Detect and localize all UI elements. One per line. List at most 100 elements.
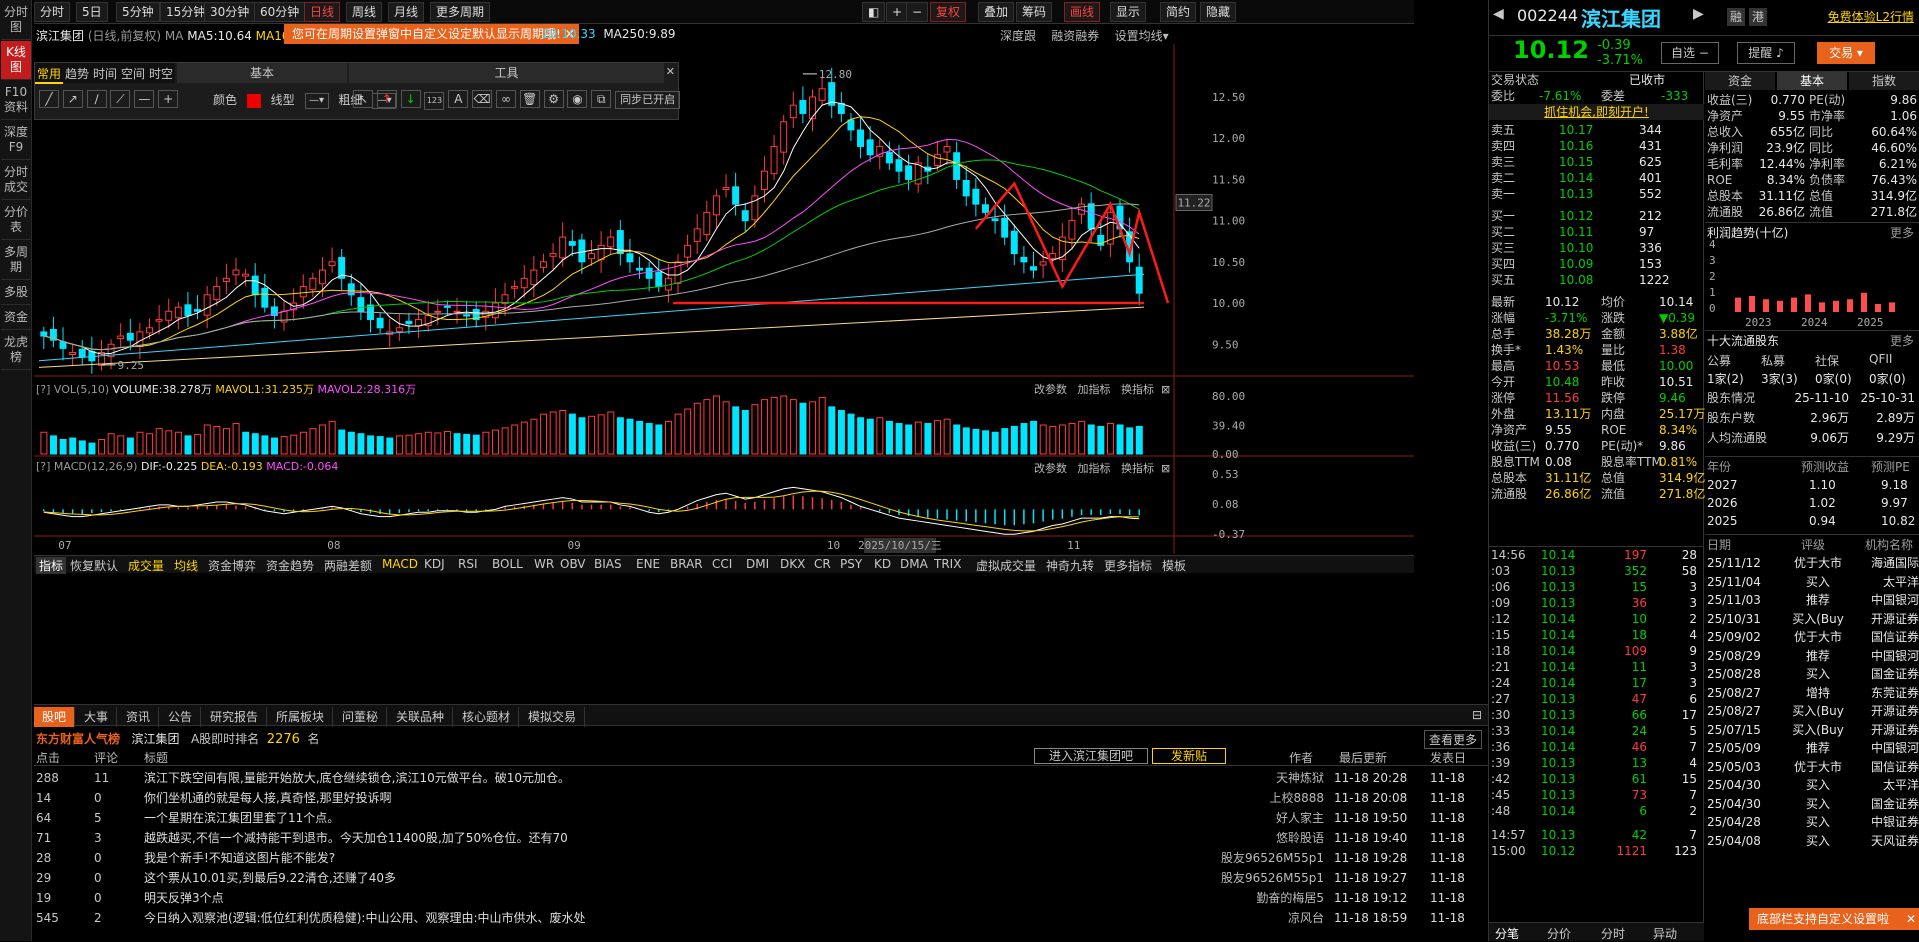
community-tab-8[interactable]: 核心题材 <box>454 707 520 727</box>
post-title[interactable]: 越跌越买,不信一个减持能干到退市。今天加仓11400股,加了50%仓位。还有70 <box>144 828 568 848</box>
leftnav-item-9[interactable]: 龙虎榜 <box>1 331 31 370</box>
period-tab-9[interactable]: 更多周期 <box>430 2 491 22</box>
community-tab-3[interactable]: 公告 <box>160 707 202 727</box>
indicator-tab-2[interactable]: 成交量 <box>128 557 164 574</box>
leftnav-item-5[interactable]: 分价表 <box>1 201 31 240</box>
community-tab-0[interactable]: 股吧 <box>34 707 76 727</box>
close-icon[interactable]: ✕ <box>1906 908 1916 930</box>
indicator-tab-14[interactable]: ENE <box>636 557 660 571</box>
community-tab-1[interactable]: 大事 <box>76 707 118 727</box>
leftnav-item-8[interactable]: 资金 <box>1 306 31 330</box>
list-item[interactable]: 14 0 你们坐机通的就是每人接,真奇怪,那里好投诉啊 上校8888 11-18 20:… <box>34 788 1488 808</box>
post-title[interactable]: 我是个新手!不知道这图片能不能发? <box>144 848 335 868</box>
tab-unusual[interactable]: 异动 <box>1653 925 1677 942</box>
prev-stock-icon[interactable]: ◀ <box>1493 6 1504 22</box>
indicator-tab-13[interactable]: BIAS <box>594 557 622 571</box>
add-watchlist-button[interactable]: 自选 − <box>1661 42 1719 64</box>
settings-icon[interactable]: ⊟ <box>1472 708 1482 722</box>
tool-6[interactable]: 隐藏 <box>1200 2 1237 22</box>
indicator-tab-0[interactable]: 指标 <box>36 557 67 574</box>
community-tab-9[interactable]: 模拟交易 <box>520 707 586 727</box>
tool-5[interactable]: 简约 <box>1160 2 1197 22</box>
view-more-button[interactable]: 查看更多 <box>1423 730 1482 749</box>
indicator-tab-22[interactable]: DMA <box>900 557 928 571</box>
indicator-tab-9[interactable]: RSI <box>458 557 478 571</box>
post-title[interactable]: 一个星期在滨江集团里套了11个点。 <box>144 808 339 828</box>
post-title[interactable]: 这个票从10.01买,到最后9.22清仓,还赚了40多 <box>144 868 396 888</box>
community-tab-6[interactable]: 问董秘 <box>334 707 388 727</box>
indicator-tab-1[interactable]: 恢复默认 <box>70 557 118 574</box>
indicator-tab-25[interactable]: 神奇九转 <box>1046 557 1094 574</box>
tool-0[interactable]: 复权 <box>930 2 967 22</box>
leftnav-item-1[interactable]: K线图 <box>1 41 31 80</box>
community-tab-7[interactable]: 关联品种 <box>388 707 454 727</box>
macd-switch-indicator[interactable]: 换指标 <box>1121 462 1154 475</box>
leftnav-item-4[interactable]: 分时成交 <box>1 161 31 200</box>
period-tab-6[interactable]: 日线 <box>304 2 341 22</box>
prev-icon[interactable]: ◧ <box>862 2 886 22</box>
holders-more-link[interactable]: 更多 <box>1890 332 1914 349</box>
tool-4[interactable]: 显示 <box>1110 2 1147 22</box>
tab-ticks[interactable]: 分笔 <box>1495 925 1519 942</box>
minus-icon[interactable]: − <box>906 2 929 22</box>
kline-chart[interactable]: 12.50 12.00 11.50 11.00 10.50 10.00 9.50 11.22 1… <box>34 24 1414 679</box>
indicator-tab-26[interactable]: 更多指标 <box>1104 557 1152 574</box>
chart-area[interactable]: 滨江集团 (日线,前复权) MA MA5:10.64 MA10: 您可在周期设置… <box>34 24 1414 679</box>
new-post-button[interactable]: 发新贴 <box>1152 748 1227 764</box>
macd-add-indicator[interactable]: 加指标 <box>1078 462 1111 475</box>
tab-price-dist[interactable]: 分价 <box>1547 925 1571 942</box>
indicator-tab-18[interactable]: DKX <box>780 557 805 571</box>
indicator-tab-4[interactable]: 资金博弈 <box>208 557 256 574</box>
period-tab-7[interactable]: 周线 <box>346 2 383 22</box>
community-tab-4[interactable]: 研究报告 <box>202 707 268 727</box>
list-item[interactable]: 64 5 一个星期在滨江集团里套了11个点。 好人家主 11-18 19:50 11-18 <box>34 808 1488 828</box>
leftnav-item-2[interactable]: F10资料 <box>1 81 31 120</box>
indicator-tab-8[interactable]: KDJ <box>424 557 445 571</box>
indicator-tab-23[interactable]: TRIX <box>934 557 961 571</box>
close-icon[interactable]: ⊠ <box>1161 462 1170 475</box>
enter-forum-button[interactable]: 进入滨江集团吧 <box>1034 748 1149 764</box>
vol-edit-params[interactable]: 改参数 <box>1034 383 1067 396</box>
post-title[interactable]: 你们坐机通的就是每人接,真奇怪,那里好投诉啊 <box>144 788 392 808</box>
period-tab-0[interactable]: 分时 <box>34 2 71 22</box>
tab-index[interactable]: 指数 <box>1849 72 1919 90</box>
indicator-tab-16[interactable]: CCI <box>712 557 732 571</box>
community-tab-5[interactable]: 所属板块 <box>268 707 334 727</box>
leftnav-item-3[interactable]: 深度F9 <box>1 121 31 160</box>
tab-timeshare[interactable]: 分时 <box>1601 925 1625 942</box>
indicator-tab-5[interactable]: 资金趋势 <box>266 557 314 574</box>
indicator-tab-10[interactable]: BOLL <box>492 557 523 571</box>
leftnav-item-7[interactable]: 多股 <box>1 281 31 305</box>
posts-col-3[interactable]: 作者 <box>1289 749 1313 766</box>
list-item[interactable]: 28 0 我是个新手!不知道这图片能不能发? 股友96526M55p1 11-18 19… <box>34 848 1488 868</box>
vol-help-icon[interactable]: [?] <box>36 383 50 396</box>
leftnav-item-0[interactable]: 分时图 <box>1 1 31 40</box>
indicator-tab-20[interactable]: PSY <box>840 557 862 571</box>
indicator-tab-11[interactable]: WR <box>534 557 554 571</box>
indicator-tab-7[interactable]: MACD <box>382 557 418 571</box>
list-item[interactable]: 545 2 今日纳入观察池(逻辑:低位红利优质稳健):中山公用、观察理由:中山市供水… <box>34 908 1488 928</box>
period-tab-5[interactable]: 60分钟 <box>254 2 306 22</box>
indicator-tab-19[interactable]: CR <box>814 557 831 571</box>
period-tab-4[interactable]: 30分钟 <box>204 2 256 22</box>
post-title[interactable]: 今日纳入观察池(逻辑:低位红利优质稳健):中山公用、观察理由:中山市供水、废水处 <box>144 908 586 928</box>
close-icon[interactable]: ⊠ <box>1161 383 1170 396</box>
indicator-tab-24[interactable]: 虚拟成交量 <box>976 557 1036 574</box>
l2-promo-link[interactable]: 免费体验L2行情 <box>1828 8 1914 25</box>
list-item[interactable]: 71 3 越跌越买,不信一个减持能干到退市。今天加仓11400股,加了50%仓位。还… <box>34 828 1488 848</box>
indicator-tab-3[interactable]: 均线 <box>174 557 198 574</box>
community-tab-2[interactable]: 资讯 <box>118 707 160 727</box>
indicator-tab-17[interactable]: DMI <box>746 557 769 571</box>
next-stock-icon[interactable]: ▶ <box>1693 6 1704 22</box>
tab-capital[interactable]: 资金 <box>1705 72 1775 90</box>
tab-basic[interactable]: 基本 <box>1777 72 1847 90</box>
period-tab-2[interactable]: 5分钟 <box>116 2 160 22</box>
period-tab-8[interactable]: 月线 <box>388 2 425 22</box>
tool-2[interactable]: 筹码 <box>1016 2 1053 22</box>
tool-3[interactable]: 画线 <box>1064 2 1101 22</box>
posts-col-4[interactable]: 最后更新 <box>1339 749 1387 766</box>
vol-switch-indicator[interactable]: 换指标 <box>1121 383 1154 396</box>
list-item[interactable]: 29 0 这个票从10.01买,到最后9.22清仓,还赚了40多 股友96526M55… <box>34 868 1488 888</box>
indicator-tab-21[interactable]: KD <box>874 557 891 571</box>
post-title[interactable]: 明天反弹3个点 <box>144 888 224 908</box>
